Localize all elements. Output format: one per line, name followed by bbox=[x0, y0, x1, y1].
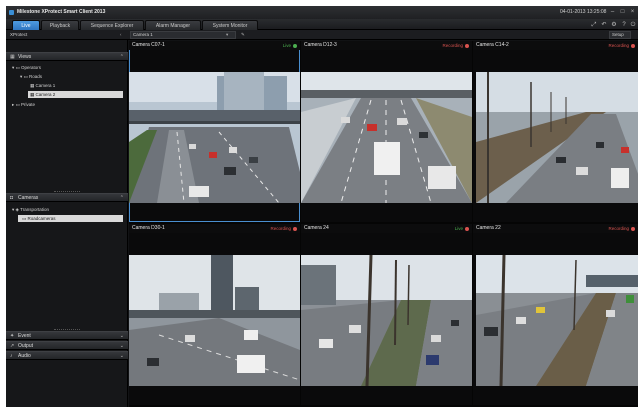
tab-system-monitor[interactable]: System Monitor bbox=[202, 20, 258, 30]
chevron-up-icon[interactable]: ⌃ bbox=[120, 195, 124, 202]
camera-status: Recording bbox=[608, 226, 629, 231]
site-label: XProtect bbox=[10, 32, 28, 37]
tab-live[interactable]: Live bbox=[12, 20, 40, 30]
camera-tile[interactable]: Camera C14-2 Recording bbox=[473, 41, 638, 222]
tree-item-roads[interactable]: ▾ ▭ Roads bbox=[20, 73, 122, 80]
camera-status: Live bbox=[282, 43, 291, 48]
audio-panel-header[interactable]: ♪ Audio ⌄ bbox=[6, 351, 128, 360]
tree-item-transportation[interactable]: ▾ ◈ Transportation bbox=[12, 206, 122, 213]
status-dot-icon bbox=[631, 227, 635, 231]
camera-icon: ◘ bbox=[10, 195, 14, 201]
chevron-down-icon[interactable]: ⌄ bbox=[120, 343, 124, 350]
chevron-down-icon[interactable]: ⌄ bbox=[120, 333, 124, 340]
smart-client-window: Milestone XProtect Smart Client 2013 04-… bbox=[6, 6, 638, 407]
camera-tile[interactable]: Camera D12-3 Recording bbox=[301, 41, 472, 222]
event-panel-title: Event bbox=[18, 333, 31, 339]
camera-tile[interactable]: Camera D30-1 Recording bbox=[129, 224, 300, 405]
tree-item-operators[interactable]: ▾ ▭ Operators bbox=[12, 64, 122, 71]
audio-icon: ♪ bbox=[10, 353, 13, 359]
title-bar: Milestone XProtect Smart Client 2013 04-… bbox=[6, 6, 638, 19]
camera-tile[interactable]: Camera 24 Live bbox=[301, 224, 472, 405]
camera-tile[interactable]: Camera 22 Recording bbox=[473, 224, 638, 405]
tab-alarm-manager[interactable]: Alarm Manager bbox=[145, 20, 201, 30]
tab-bar: Live Playback Sequence Explorer Alarm Ma… bbox=[6, 19, 638, 30]
settings-icon[interactable]: ⚙ bbox=[610, 21, 618, 29]
camera-tile-header: Camera 24 Live bbox=[301, 224, 472, 233]
status-dot-icon bbox=[293, 44, 297, 48]
clock: 04-01-2013 13:25:08 bbox=[560, 9, 607, 15]
event-icon: ✦ bbox=[10, 333, 15, 339]
event-panel-header[interactable]: ✦ Event ⌄ bbox=[6, 331, 128, 340]
maximize-icon[interactable]: □ bbox=[618, 8, 627, 16]
output-panel-title: Output bbox=[18, 343, 34, 349]
camera-grid: Camera C07-1 Live Camera D12-3 Recording… bbox=[129, 41, 638, 407]
camera-tile-header: Camera D12-3 Recording bbox=[301, 41, 472, 50]
camera-name: Camera C07-1 bbox=[132, 42, 165, 48]
setup-label: Setup bbox=[612, 32, 624, 37]
tree-item-camera-2[interactable]: ▦ Camera 2 bbox=[28, 91, 123, 98]
chevron-down-icon[interactable]: ⌄ bbox=[120, 353, 124, 360]
camera-status: Recording bbox=[270, 226, 291, 231]
output-panel-header[interactable]: ↗ Output ⌄ bbox=[6, 341, 128, 350]
view-tools-icon[interactable]: ✎ bbox=[241, 32, 245, 38]
chevron-up-icon[interactable]: ⌃ bbox=[120, 54, 124, 61]
tab-playback[interactable]: Playback bbox=[41, 20, 79, 30]
left-pane: ▦ Views ⌃ ▾ ▭ Operators ▾ ▭ Roads ▦ Came… bbox=[6, 40, 128, 407]
camera-tile-header: Camera C07-1 Live bbox=[129, 41, 300, 50]
views-panel-title: Views bbox=[18, 54, 32, 60]
collapse-panel-icon[interactable]: ‹ bbox=[120, 32, 122, 37]
output-icon: ↗ bbox=[10, 343, 15, 349]
camera-status: Live bbox=[454, 226, 463, 231]
status-dot-icon bbox=[293, 227, 297, 231]
close-icon[interactable]: × bbox=[628, 8, 637, 16]
camera-tile[interactable]: Camera C07-1 Live bbox=[129, 41, 300, 222]
status-dot-icon bbox=[631, 44, 635, 48]
tree-item-private[interactable]: ▸ ▭ Private bbox=[12, 101, 122, 108]
logout-icon[interactable]: ⏻ bbox=[629, 21, 637, 29]
view-name: Camera 1 bbox=[133, 32, 153, 37]
chevron-down-icon: ▾ bbox=[226, 32, 229, 37]
camera-tile-header: Camera C14-2 Recording bbox=[473, 41, 638, 50]
status-dot-icon bbox=[465, 227, 469, 231]
help-icon[interactable]: ? bbox=[620, 21, 628, 29]
back-icon[interactable]: ↶ bbox=[600, 21, 608, 29]
views-icon: ▦ bbox=[10, 54, 15, 60]
camera-feed bbox=[476, 72, 638, 203]
cameras-panel-header[interactable]: ◘ Cameras ⌃ bbox=[6, 193, 128, 202]
camera-name: Camera 24 bbox=[304, 225, 329, 231]
fullscreen-icon[interactable]: ⤢ bbox=[590, 21, 598, 29]
camera-status: Recording bbox=[608, 43, 629, 48]
camera-name: Camera D30-1 bbox=[132, 225, 165, 231]
camera-feed bbox=[301, 72, 472, 203]
camera-tile-header: Camera 22 Recording bbox=[473, 224, 638, 233]
camera-feed bbox=[129, 255, 300, 386]
camera-name: Camera 22 bbox=[476, 225, 501, 231]
camera-feed bbox=[301, 255, 472, 386]
camera-tile-header: Camera D30-1 Recording bbox=[129, 224, 300, 233]
minimize-icon[interactable]: – bbox=[608, 8, 617, 16]
status-dot-icon bbox=[465, 44, 469, 48]
app-logo-icon bbox=[9, 10, 14, 15]
cameras-panel-title: Cameras bbox=[18, 195, 39, 201]
tree-item-roadcameras[interactable]: ▭ Roadcameras bbox=[18, 215, 123, 222]
tree-item-camera-1[interactable]: ▦ Camera 1 bbox=[30, 82, 122, 89]
camera-name: Camera C14-2 bbox=[476, 42, 509, 48]
views-panel-header[interactable]: ▦ Views ⌃ bbox=[6, 52, 128, 61]
tab-sequence-explorer[interactable]: Sequence Explorer bbox=[80, 20, 144, 30]
camera-feed bbox=[129, 72, 300, 203]
camera-status: Recording bbox=[442, 43, 463, 48]
camera-feed bbox=[476, 255, 638, 386]
camera-name: Camera D12-3 bbox=[304, 42, 337, 48]
window-title: Milestone XProtect Smart Client 2013 bbox=[17, 9, 106, 15]
audio-panel-title: Audio bbox=[18, 353, 31, 359]
view-toolbar: XProtect ‹ Camera 1 ▾ ✎ Setup bbox=[6, 30, 638, 40]
